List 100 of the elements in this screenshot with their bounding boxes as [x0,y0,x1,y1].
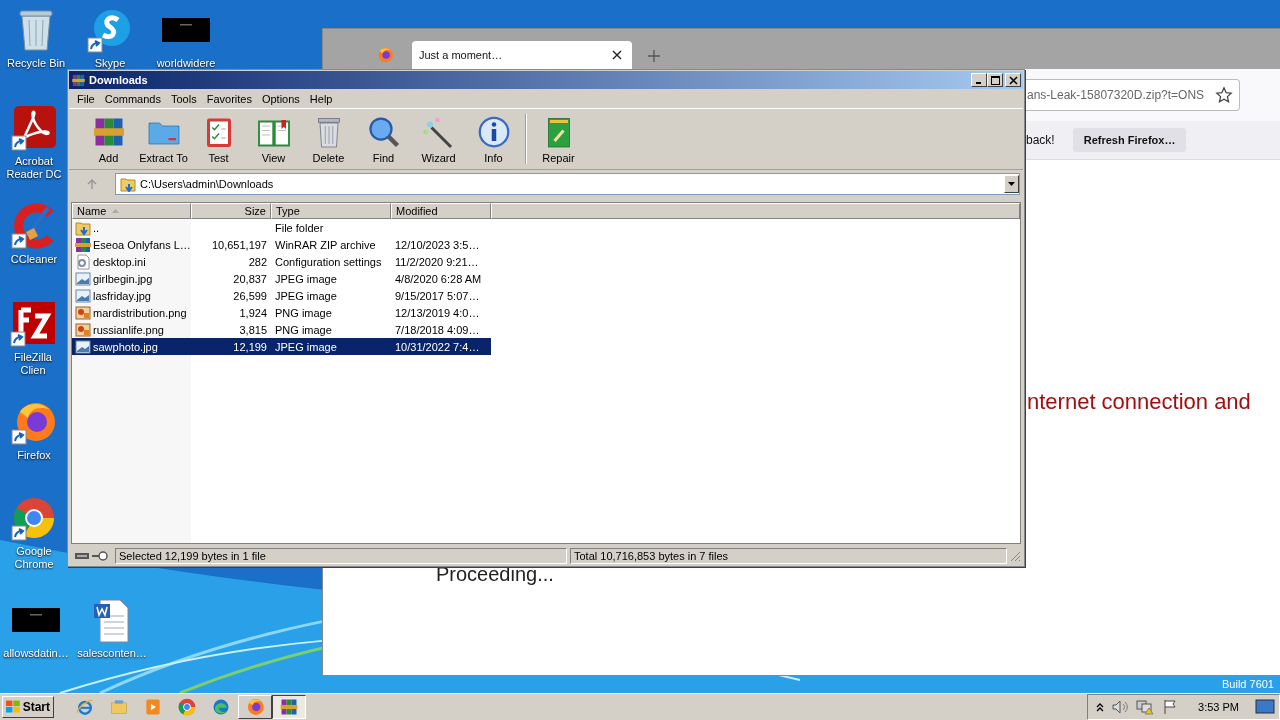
file-row[interactable]: mardistribution.png 1,924 PNG image 12/13/2019 4:0… [72,304,491,321]
image-file-icon [75,287,91,304]
star-icon[interactable] [1215,86,1233,104]
table-cell: 7/18/2018 4:09… [395,323,480,336]
close-button[interactable] [1005,73,1021,87]
start-button[interactable]: Start [2,696,54,718]
toolbar-button[interactable]: Add [81,111,136,167]
minimize-button[interactable] [971,73,987,87]
file-row[interactable]: sawphoto.jpg 12,199 JPEG image 10/31/2022 7:4… [72,338,491,355]
table-cell: desktop.ini [93,255,146,268]
table-cell: JPEG image [275,289,337,302]
file-row[interactable]: russianlife.png 3,815 PNG image 7/18/2018 4:09… [72,321,491,338]
up-arrow-icon [86,178,98,190]
column-header[interactable]: Type [271,203,391,219]
key-icon [92,551,108,561]
pdf-app-icon[interactable] [10,104,58,152]
table-cell: PNG image [275,323,332,336]
toolbar-button[interactable]: Extract To [136,111,191,167]
column-header[interactable]: Name [72,203,191,219]
image-file-icon [75,321,91,338]
close-icon[interactable] [612,50,622,60]
browser-icon[interactable] [376,46,394,64]
table-cell: lasfriday.jpg [93,289,151,302]
table-cell: File folder [275,221,324,234]
table-cell: 20,837 [233,272,267,285]
folder-icon [109,697,129,717]
file-row[interactable]: lasfriday.jpg 26,599 JPEG image 9/15/2017 5:07… [72,287,491,304]
browser-icon [177,697,197,717]
ftp-app-icon[interactable] [9,300,57,348]
desktop-icon-label[interactable]: Acrobat Reader DC [2,155,66,181]
toolbar-button[interactable]: Delete [301,111,356,167]
menu-item[interactable]: Favorites [201,92,257,105]
desktop-icon-label[interactable]: CCleaner [10,253,58,266]
column-header[interactable]: Size [191,203,271,219]
toolbar-button[interactable]: Wizard [411,111,466,167]
toolbar-button[interactable]: View [246,111,301,167]
file-row[interactable]: girlbegin.jpg 20,837 JPEG image 4/8/2020 6:28 AM [72,270,491,287]
table-cell: 12,199 [233,340,267,353]
file-row[interactable]: Eseoa Onlyfans L… 10,651,197 WinRAR ZIP archive 12/10/2023 3:5… [72,236,491,253]
drive-icon [75,553,89,559]
menu-item[interactable]: Options [256,92,305,105]
image-file-icon [75,338,91,355]
file-row[interactable]: desktop.ini 282 Configuration settings 11/2/2020 9:21… [72,253,491,270]
toolbar-button[interactable]: Info [466,111,521,167]
toolbar-button[interactable]: Test [191,111,246,167]
table-cell: Eseoa Onlyfans L… [93,238,191,251]
url-field[interactable]: ans-Leak-15807320D.zip?t=ONS [1024,79,1240,111]
close-icon [1008,75,1018,85]
settings-file-icon [75,253,91,270]
error-text: nternet connection and [1027,389,1252,415]
table-cell: 11/2/2020 9:21… [395,255,479,268]
table-cell: JPEG image [275,272,337,285]
file-row[interactable]: .. File folder [72,219,491,236]
path-field[interactable]: C:\Users\admin\Downloads [115,173,1020,195]
desktop-icon-label[interactable]: Firefox [17,449,51,462]
table-cell: 3,815 [239,323,267,336]
refresh-button[interactable]: Refresh Firefox… [1072,128,1187,152]
new-tab-icon[interactable] [648,50,660,62]
desktop-icon-label[interactable]: Skype [94,57,126,70]
desktop-icon-label[interactable]: Recycle Bin [6,57,66,70]
table-cell: WinRAR ZIP archive [275,238,376,251]
desktop-icon-label[interactable]: FileZilla Clien [0,351,66,377]
chevron-up-icon[interactable] [1096,702,1105,712]
menu-item[interactable]: Help [304,92,338,105]
menu-item[interactable]: Tools [166,92,202,105]
table-cell: 10,651,197 [211,238,267,251]
toolbar-button[interactable]: Repair [531,111,586,167]
table-cell: 12/10/2023 3:5… [395,238,480,251]
toolbar-button[interactable]: Find [356,111,411,167]
progress-text: Proceeding... [436,563,555,586]
clock-text[interactable]: 3:53 PM [1198,701,1239,713]
resize-grip-icon[interactable] [1010,550,1021,562]
folder-up-icon [75,219,91,236]
table-cell: 282 [248,255,267,268]
table-cell: Configuration settings [275,255,382,268]
menu-item[interactable]: File [72,92,100,105]
flag-icon[interactable] [1162,699,1179,715]
build-text: Build 7601 [1222,678,1274,690]
browser-icon [75,697,95,717]
table-cell: 9/15/2017 5:07… [395,289,480,302]
desktop-icon-label[interactable]: worldwidere [156,57,216,70]
taskbar-button[interactable] [272,695,306,719]
dropdown-button[interactable] [1004,175,1019,193]
show-desktop-icon[interactable] [1255,699,1275,715]
table-cell: russianlife.png [93,323,164,336]
table-cell: PNG image [275,306,332,319]
network-icon[interactable] [1136,699,1155,715]
speaker-icon[interactable] [1112,700,1129,714]
menu-item[interactable]: Commands [99,92,166,105]
maximize-button[interactable] [987,73,1003,87]
status-text: Selected 12,199 bytes in 1 file [115,548,567,564]
browser-tab[interactable]: Just a moment… [412,41,632,69]
image-file-icon [75,270,91,287]
windows-flag-icon [6,700,21,714]
column-header[interactable]: Modified [391,203,491,219]
folder-icon [120,176,136,192]
table-cell: girlbegin.jpg [93,272,153,285]
media-player-icon [143,697,163,717]
table-cell: .. [93,221,100,234]
table-cell: mardistribution.png [93,306,187,319]
